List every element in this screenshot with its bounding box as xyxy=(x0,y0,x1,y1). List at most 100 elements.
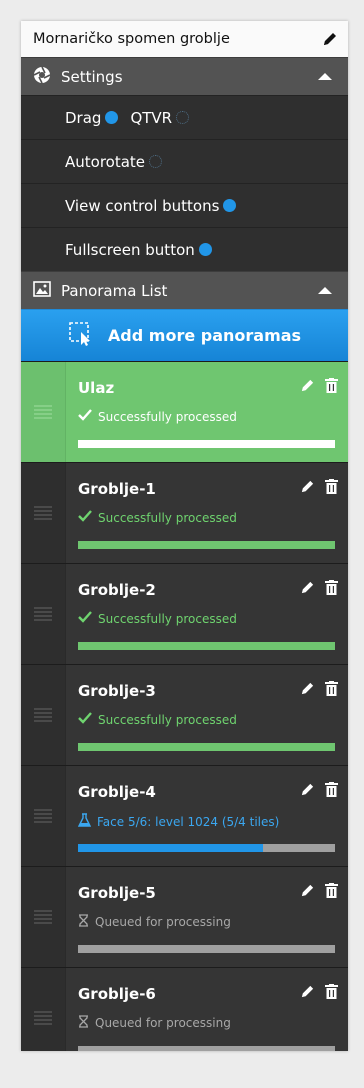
panorama-actions xyxy=(300,782,338,801)
panorama-item[interactable]: Groblje-2 Successfully processed xyxy=(21,563,348,664)
panorama-status: Successfully processed xyxy=(78,712,338,727)
add-panoramas-button[interactable]: Add more panoramas xyxy=(21,309,348,361)
panorama-list-header-label: Panorama List xyxy=(61,281,168,300)
progress-bar xyxy=(78,541,335,549)
panorama-status: Successfully processed xyxy=(78,611,338,626)
toggle-on-icon[interactable] xyxy=(198,243,212,256)
grip-icon xyxy=(34,607,52,621)
progress-bar xyxy=(78,440,335,448)
setting-item[interactable]: Fullscreen button xyxy=(65,241,212,259)
pencil-icon[interactable] xyxy=(300,479,315,498)
panorama-item-body: Groblje-2 Successfully processed xyxy=(66,564,348,664)
drag-handle[interactable] xyxy=(21,665,66,765)
panorama-item-body: Groblje-6 Queued for processing xyxy=(66,968,348,1051)
trash-icon[interactable] xyxy=(325,479,338,498)
pencil-icon[interactable] xyxy=(300,883,315,902)
toggle-off-icon[interactable] xyxy=(149,155,163,168)
panorama-status-text: Successfully processed xyxy=(98,409,237,424)
setting-item[interactable]: Autorotate xyxy=(65,152,163,171)
collapse-icon[interactable] xyxy=(318,287,332,294)
check-icon xyxy=(78,510,92,525)
check-icon xyxy=(78,611,92,626)
setting-row: Drag QTVR xyxy=(21,95,348,139)
trash-icon[interactable] xyxy=(325,782,338,801)
check-icon xyxy=(78,712,92,727)
panorama-actions xyxy=(300,681,338,700)
setting-item[interactable]: QTVR xyxy=(130,109,190,127)
drag-handle[interactable] xyxy=(21,362,66,462)
panorama-status: Successfully processed xyxy=(78,510,338,525)
trash-icon[interactable] xyxy=(325,984,338,1003)
panorama-status: Successfully processed xyxy=(78,409,338,424)
setting-row: View control buttons xyxy=(21,183,348,227)
trash-icon[interactable] xyxy=(325,883,338,902)
panorama-name-row: Ulaz xyxy=(78,378,338,397)
panorama-actions xyxy=(300,479,338,498)
progress-bar xyxy=(78,1046,335,1051)
title-bar: Mornaričko spomen groblje xyxy=(21,21,348,57)
setting-label: Autorotate xyxy=(65,152,146,171)
setting-label: Drag xyxy=(65,108,102,127)
flask-icon xyxy=(77,813,92,830)
panorama-name: Groblje-3 xyxy=(78,681,156,700)
panorama-item[interactable]: Groblje-3 Successfully processed xyxy=(21,664,348,765)
panorama-name: Groblje-1 xyxy=(78,479,156,498)
setting-label: Fullscreen button xyxy=(65,240,195,259)
progress-fill xyxy=(78,440,335,448)
progress-bar xyxy=(78,844,335,852)
grip-icon xyxy=(34,1011,52,1025)
pencil-icon[interactable] xyxy=(300,984,315,1003)
toggle-on-icon[interactable] xyxy=(105,111,119,124)
panorama-name-row: Groblje-2 xyxy=(78,580,338,599)
panorama-name: Groblje-4 xyxy=(78,782,156,801)
panorama-editor-panel: Mornaričko spomen groblje Settings Drag Q… xyxy=(21,21,348,1051)
aperture-icon xyxy=(33,66,51,88)
toggle-off-icon[interactable] xyxy=(176,111,190,124)
drag-handle[interactable] xyxy=(21,766,66,866)
panorama-item[interactable]: Ulaz Successfully processed xyxy=(21,361,348,462)
panorama-item-body: Groblje-3 Successfully processed xyxy=(66,665,348,765)
panorama-actions xyxy=(300,984,338,1003)
tour-title: Mornaričko spomen groblje xyxy=(33,31,230,47)
grip-icon xyxy=(34,809,52,823)
panorama-status-text: Queued for processing xyxy=(95,1016,231,1030)
panorama-name-row: Groblje-5 xyxy=(78,883,338,902)
panorama-list-header[interactable]: Panorama List xyxy=(21,271,348,309)
panorama-item[interactable]: Groblje-4 Face 5/6: level 1024 (5/4 tiles… xyxy=(21,765,348,866)
settings-header[interactable]: Settings xyxy=(21,57,348,95)
hourglass-icon xyxy=(78,914,89,930)
trash-icon[interactable] xyxy=(325,681,338,700)
drag-handle[interactable] xyxy=(21,564,66,664)
panorama-name-row: Groblje-1 xyxy=(78,479,338,498)
drag-handle[interactable] xyxy=(21,463,66,563)
trash-icon[interactable] xyxy=(325,378,338,397)
drag-handle[interactable] xyxy=(21,867,66,967)
setting-item[interactable]: View control buttons xyxy=(65,197,237,215)
settings-header-label: Settings xyxy=(61,67,123,86)
panorama-status: Queued for processing xyxy=(78,914,338,930)
collapse-icon[interactable] xyxy=(318,73,332,80)
panorama-item[interactable]: Groblje-1 Successfully processed xyxy=(21,462,348,563)
setting-item[interactable]: Drag xyxy=(65,108,119,127)
panorama-item[interactable]: Groblje-6 Queued for processing xyxy=(21,967,348,1051)
panorama-name: Ulaz xyxy=(78,378,115,397)
panorama-status: Face 5/6: level 1024 (5/4 tiles) xyxy=(77,813,338,830)
panorama-actions xyxy=(300,580,338,599)
panorama-name-row: Groblje-4 xyxy=(78,782,338,801)
add-selection-icon xyxy=(68,321,94,351)
pencil-icon[interactable] xyxy=(322,31,338,47)
drag-handle[interactable] xyxy=(21,968,66,1051)
panorama-item-body: Groblje-1 Successfully processed xyxy=(66,463,348,563)
toggle-on-icon[interactable] xyxy=(223,199,237,212)
pencil-icon[interactable] xyxy=(300,378,315,397)
pencil-icon[interactable] xyxy=(300,782,315,801)
image-icon xyxy=(33,280,51,301)
panorama-item-body: Groblje-4 Face 5/6: level 1024 (5/4 tiles… xyxy=(66,766,348,866)
pencil-icon[interactable] xyxy=(300,681,315,700)
panorama-item[interactable]: Groblje-5 Queued for processing xyxy=(21,866,348,967)
trash-icon[interactable] xyxy=(325,580,338,599)
pencil-icon[interactable] xyxy=(300,580,315,599)
progress-fill xyxy=(78,541,335,549)
panorama-actions xyxy=(300,883,338,902)
hourglass-icon xyxy=(78,1015,89,1031)
